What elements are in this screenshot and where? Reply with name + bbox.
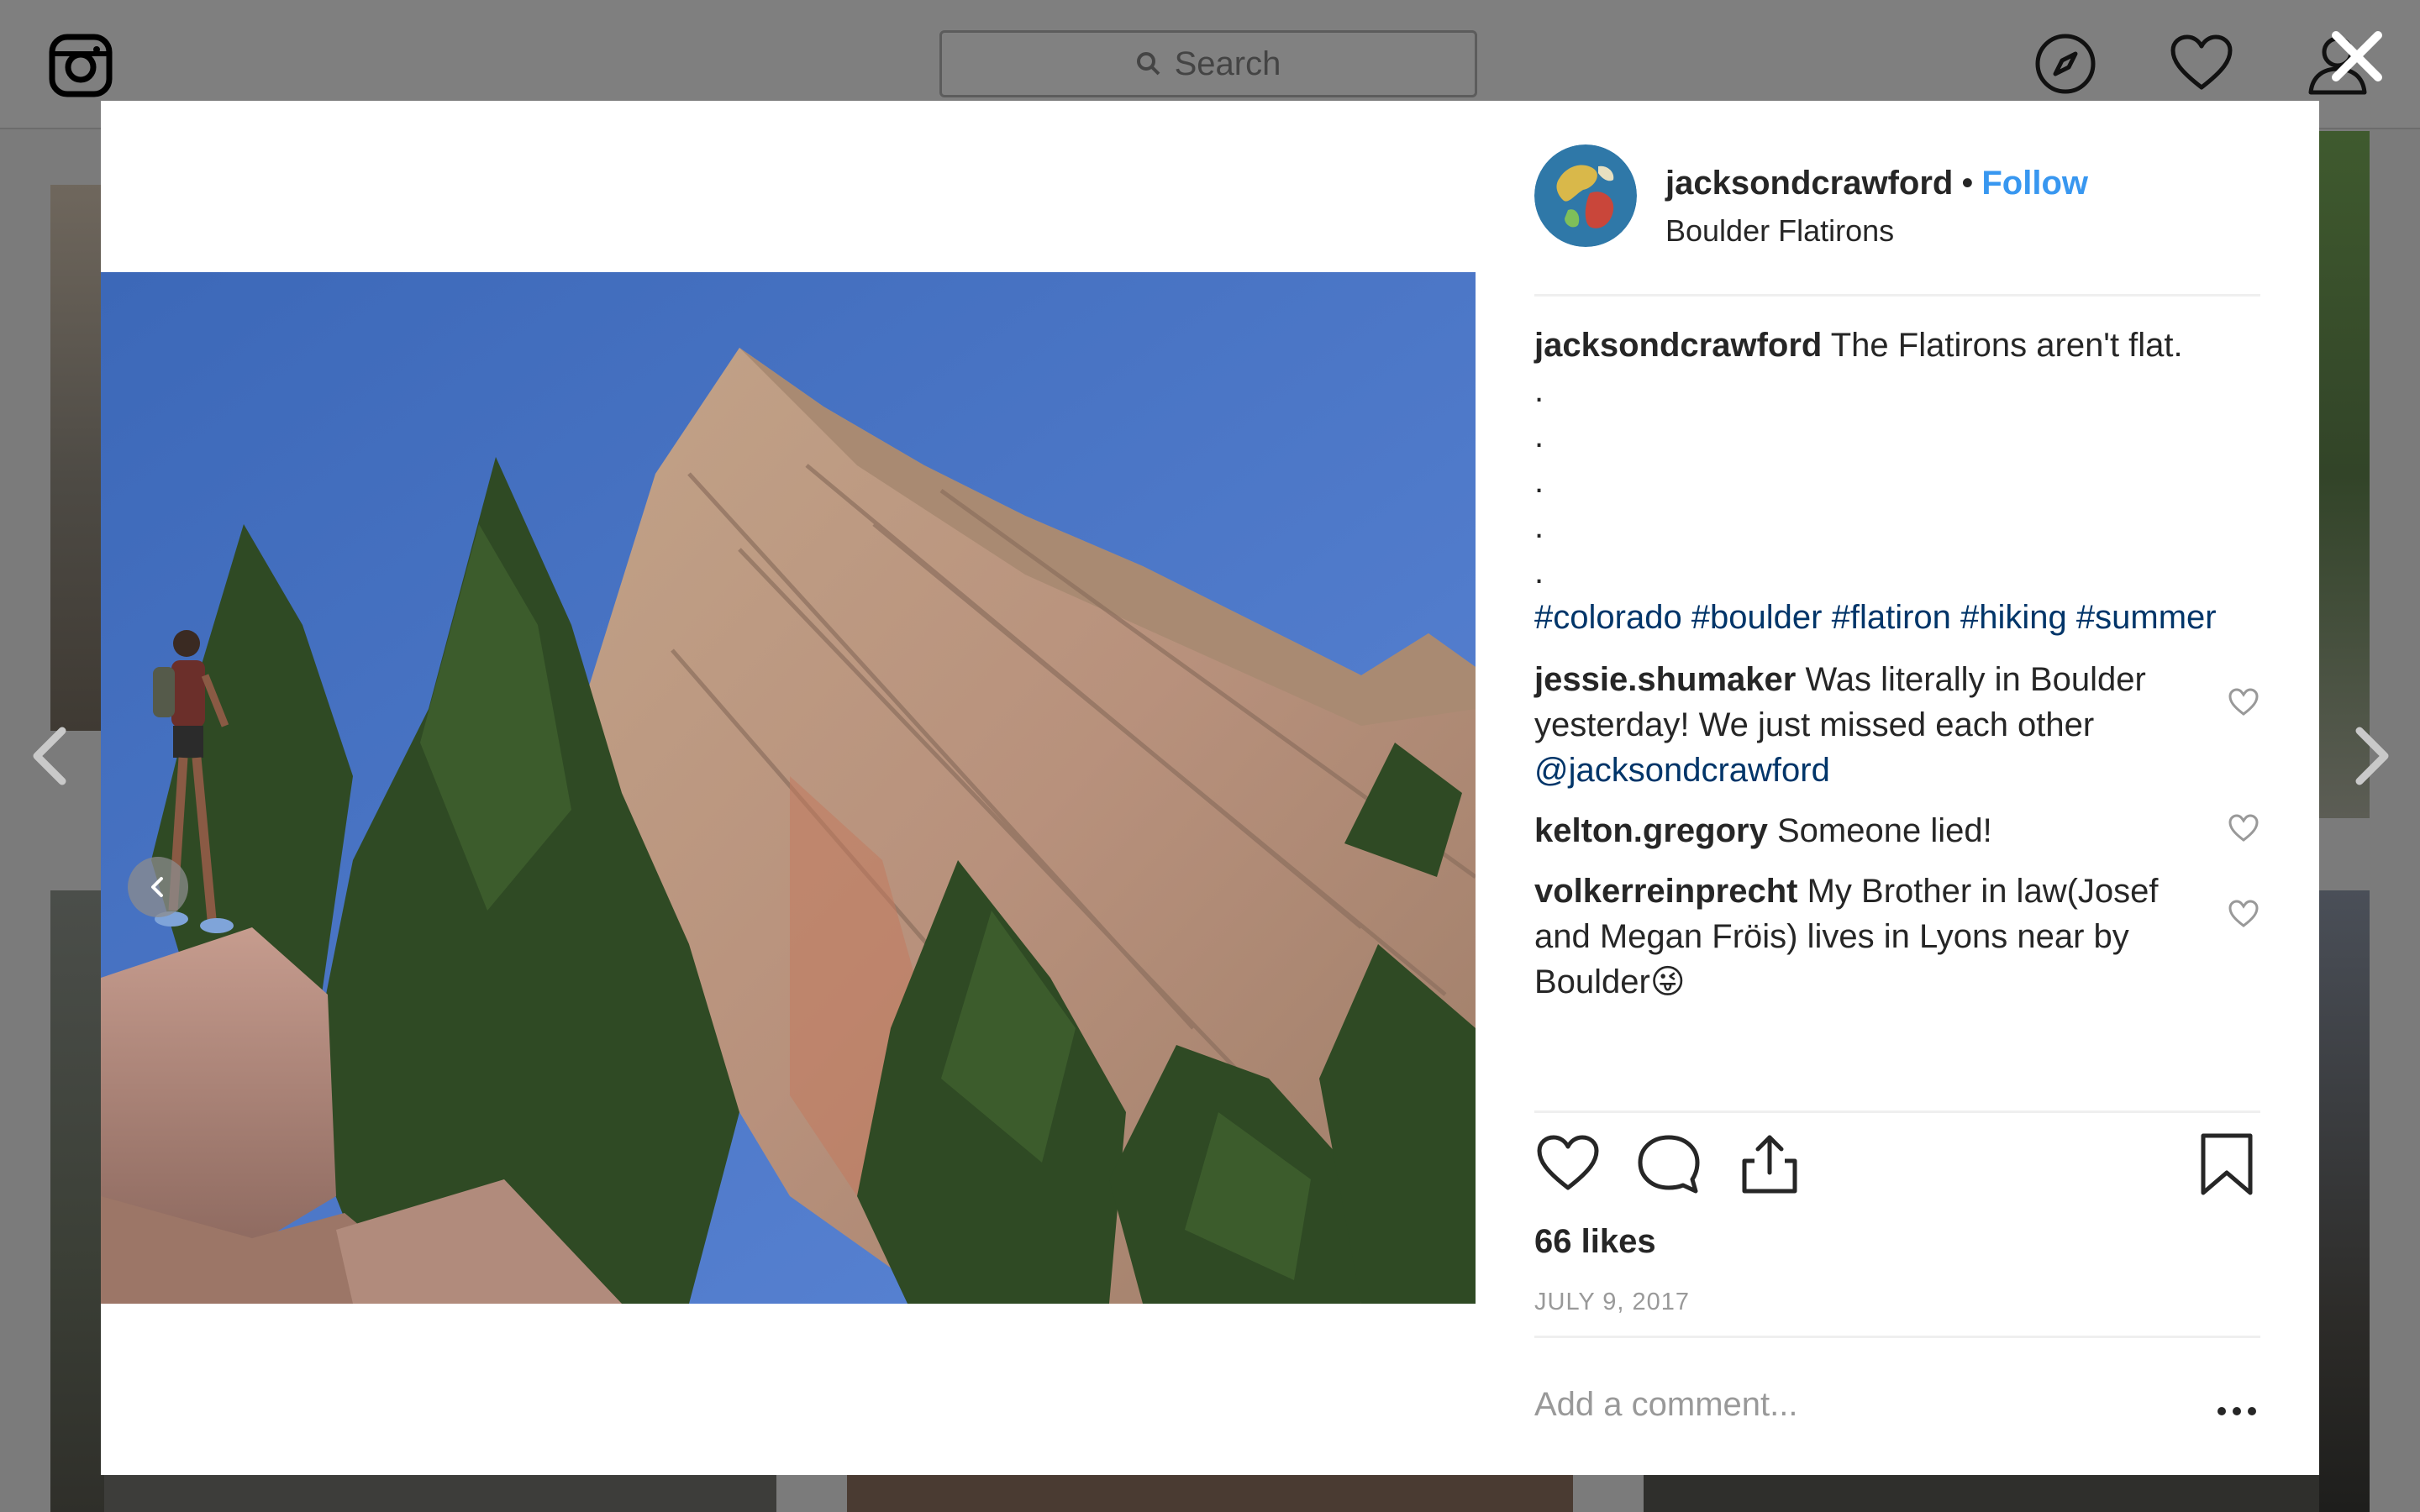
instagram-icon[interactable] <box>49 34 113 97</box>
bookmark-icon[interactable] <box>2193 1131 2260 1198</box>
caption-dot: . <box>1534 417 1544 454</box>
post-modal: jacksondcrawford • Follow Boulder Flatiron… <box>101 101 2319 1475</box>
feed-tile-bottom-2[interactable] <box>847 1475 1573 1512</box>
comment-like-heart-icon[interactable] <box>2227 897 2260 931</box>
comment-divider <box>1534 1336 2260 1338</box>
feed-tile-right-bottom[interactable] <box>2319 890 2370 1512</box>
post-author-line: jacksondcrawford • Follow <box>1665 165 2088 202</box>
comment-item: jessie.shumaker Was literally in Boulder… <box>1534 657 2260 793</box>
follow-button[interactable]: Follow <box>1981 165 2088 202</box>
next-post-arrow-icon[interactable] <box>2346 722 2396 790</box>
feed-tile-bottom-3[interactable] <box>1644 1475 2319 1512</box>
feed-tile-bottom-1[interactable] <box>104 1475 776 1512</box>
feed-tile-left-top[interactable] <box>50 185 104 731</box>
author-username-link[interactable]: jacksondcrawford <box>1665 165 1953 202</box>
separator-dot: • <box>1961 165 1974 202</box>
feed-tile-left-bottom[interactable] <box>50 890 104 1512</box>
caption: jacksondcrawford The Flatirons aren't fl… <box>1534 323 2260 368</box>
heart-icon[interactable] <box>2168 30 2235 97</box>
comment-username-link[interactable]: kelton.gregory <box>1534 812 1768 849</box>
comment-username-link[interactable]: volkerreinprecht <box>1534 873 1797 910</box>
comment-like-heart-icon[interactable] <box>2227 811 2260 845</box>
caption-username-link[interactable]: jacksondcrawford <box>1534 327 1822 364</box>
caption-text: The Flatirons aren't flat. <box>1830 327 2183 364</box>
close-icon[interactable] <box>2328 27 2386 86</box>
actions-divider <box>1534 1110 2260 1113</box>
more-options-icon[interactable] <box>2213 1394 2260 1428</box>
flatirons-photo <box>101 272 1476 1304</box>
previous-post-arrow-icon[interactable] <box>25 722 76 790</box>
header-divider <box>1534 294 2260 297</box>
post-header: jacksondcrawford • Follow Boulder Flatiron… <box>1534 144 2260 250</box>
comment-item: kelton.gregory Someone lied! <box>1534 808 2260 853</box>
comment-mention-link[interactable]: @jacksondcrawford <box>1534 752 1830 789</box>
likes-count[interactable]: 66 likes <box>1534 1223 1656 1261</box>
comment-username-link[interactable]: jessie.shumaker <box>1534 661 1796 698</box>
comment-like-heart-icon[interactable] <box>2227 685 2260 719</box>
location-link[interactable]: Boulder Flatirons <box>1665 213 1894 249</box>
comment-item: volkerreinprecht My Brother in law(Josef… <box>1534 869 2260 1005</box>
caption-hashtags[interactable]: #colorado #boulder #flatiron #hiking #su… <box>1534 595 2260 640</box>
add-comment-input[interactable]: Add a comment... <box>1534 1386 1797 1424</box>
caption-dot: . <box>1534 554 1544 591</box>
post-actions <box>1534 1131 2260 1206</box>
heart-icon[interactable] <box>1534 1131 1602 1198</box>
speech-bubble-icon[interactable] <box>1635 1131 1702 1198</box>
chevron-left-icon <box>151 877 163 897</box>
previous-photo-button[interactable] <box>128 857 188 917</box>
comments-list: jacksondcrawford The Flatirons aren't fl… <box>1534 323 2260 1005</box>
compass-icon[interactable] <box>2032 30 2099 97</box>
comment-text: Someone lied! <box>1776 812 1992 849</box>
caption-dot: . <box>1534 372 1544 409</box>
globe-avatar-image <box>1534 144 1637 247</box>
share-icon[interactable] <box>1736 1131 1803 1198</box>
avatar[interactable] <box>1534 144 1637 247</box>
post-photo[interactable] <box>101 272 1476 1304</box>
caption-dot: . <box>1534 508 1544 545</box>
search-input[interactable]: Search <box>939 30 1477 97</box>
post-date: JULY 9, 2017 <box>1534 1289 1691 1315</box>
search-placeholder: Search <box>1174 45 1281 82</box>
search-icon <box>1136 52 1160 76</box>
post-sidebar: jacksondcrawford • Follow Boulder Flatiron… <box>1534 101 2260 1475</box>
feed-tile-right-top[interactable] <box>2319 131 2370 818</box>
caption-dot: . <box>1534 463 1544 500</box>
